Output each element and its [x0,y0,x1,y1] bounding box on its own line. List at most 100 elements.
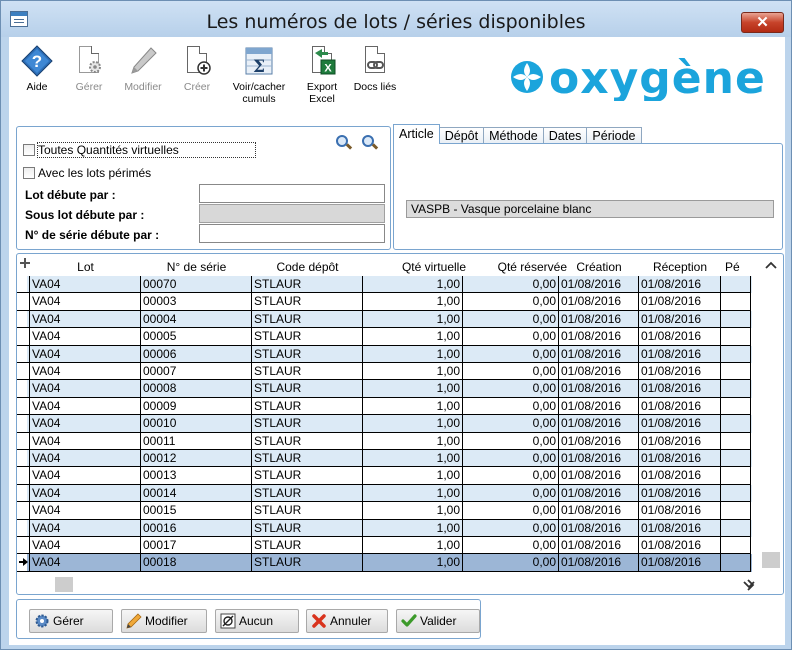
tab-dates[interactable]: Dates [542,127,588,144]
cell-peremption[interactable] [721,467,751,485]
cell-reserved-qty[interactable]: 0,00 [463,310,559,329]
cell-lot[interactable]: VA04 [30,519,141,537]
cell-depot[interactable]: STLAUR [252,310,363,329]
vertical-scrollbar[interactable] [761,256,781,574]
cell-serial[interactable]: 00017 [141,537,252,555]
col-header-creation[interactable]: Création [559,259,639,275]
row-indicator[interactable] [17,328,30,346]
cell-reserved-qty[interactable]: 0,00 [463,293,559,311]
cell-creation[interactable]: 01/08/2016 [559,397,639,416]
cell-virtual-qty[interactable]: 1,00 [363,328,463,346]
row-indicator[interactable] [17,450,30,468]
expired-lots-checkbox[interactable]: Avec les lots périmés [23,165,151,181]
cell-virtual-qty[interactable]: 1,00 [363,502,463,520]
cell-reserved-qty[interactable]: 0,00 [463,397,559,416]
col-header-serial[interactable]: N° de série [141,259,252,275]
cell-reception[interactable]: 01/08/2016 [639,397,721,416]
cell-reception[interactable]: 01/08/2016 [639,467,721,485]
cell-depot[interactable]: STLAUR [252,415,363,433]
table-row[interactable]: VA04 00009 STLAUR 1,00 0,00 01/08/2016 01/08/2… [17,397,752,416]
cell-virtual-qty[interactable]: 1,00 [363,467,463,485]
export-excel-button[interactable]: X Export Excel [294,43,350,107]
cell-peremption[interactable] [721,276,751,294]
cell-serial[interactable]: 00006 [141,345,252,363]
table-row[interactable]: VA04 00011 STLAUR 1,00 0,00 01/08/2016 01/08/2… [17,432,752,450]
row-indicator[interactable] [17,363,30,381]
serial-starts-input[interactable] [199,224,385,243]
table-row[interactable]: VA04 00070 STLAUR 1,00 0,00 01/08/2016 01/08/2… [17,276,752,294]
row-indicator[interactable] [17,537,30,555]
cell-peremption[interactable] [721,415,751,433]
cell-virtual-qty[interactable]: 1,00 [363,310,463,329]
cell-lot[interactable]: VA04 [30,450,141,468]
cell-reserved-qty[interactable]: 0,00 [463,502,559,520]
row-indicator[interactable] [17,554,30,572]
cell-depot[interactable]: STLAUR [252,554,363,572]
manage-toolbar-button[interactable]: Gérer [61,43,117,107]
row-indicator[interactable] [17,345,30,363]
table-row[interactable]: VA04 00010 STLAUR 1,00 0,00 01/08/2016 01/08/2… [17,415,752,433]
col-header-virtual-qty[interactable]: Qté virtuelle [363,259,466,275]
row-indicator[interactable] [17,293,30,311]
all-virtual-qty-checkbox[interactable]: Toutes Quantités virtuelles [23,142,256,158]
cell-serial[interactable]: 00013 [141,467,252,485]
cell-virtual-qty[interactable]: 1,00 [363,276,463,294]
cell-lot[interactable]: VA04 [30,276,141,294]
col-header-peremption[interactable]: Pé [721,259,741,275]
row-indicator[interactable] [17,276,30,294]
cell-reception[interactable]: 01/08/2016 [639,310,721,329]
row-indicator[interactable] [17,415,30,433]
row-indicator[interactable] [17,467,30,485]
cell-serial[interactable]: 00004 [141,310,252,329]
tab-periode[interactable]: Période [586,127,642,144]
cell-creation[interactable]: 01/08/2016 [559,432,639,450]
table-row[interactable]: VA04 00018 STLAUR 1,00 0,00 01/08/2016 01/08/2… [17,554,752,572]
cell-reserved-qty[interactable]: 0,00 [463,363,559,381]
cell-lot[interactable]: VA04 [30,484,141,503]
cell-virtual-qty[interactable]: 1,00 [363,345,463,363]
cell-creation[interactable]: 01/08/2016 [559,415,639,433]
cell-depot[interactable]: STLAUR [252,502,363,520]
cell-virtual-qty[interactable]: 1,00 [363,484,463,503]
help-button[interactable]: ? Aide [9,43,65,107]
scroll-down-arrow[interactable] [741,578,757,592]
cell-creation[interactable]: 01/08/2016 [559,345,639,363]
cell-reserved-qty[interactable]: 0,00 [463,276,559,294]
row-indicator[interactable] [17,397,30,416]
cell-serial[interactable]: 00016 [141,519,252,537]
cell-reception[interactable]: 01/08/2016 [639,363,721,381]
cell-reserved-qty[interactable]: 0,00 [463,328,559,346]
cell-serial[interactable]: 00009 [141,397,252,416]
cell-lot[interactable]: VA04 [30,345,141,363]
cell-reception[interactable]: 01/08/2016 [639,432,721,450]
cell-lot[interactable]: VA04 [30,328,141,346]
cell-virtual-qty[interactable]: 1,00 [363,519,463,537]
cell-serial[interactable]: 00008 [141,380,252,398]
cell-virtual-qty[interactable]: 1,00 [363,537,463,555]
cell-reserved-qty[interactable]: 0,00 [463,450,559,468]
cell-lot[interactable]: VA04 [30,502,141,520]
edit-toolbar-button[interactable]: Modifier [115,43,171,107]
cell-peremption[interactable] [721,502,751,520]
cell-virtual-qty[interactable]: 1,00 [363,397,463,416]
cell-peremption[interactable] [721,293,751,311]
cell-reserved-qty[interactable]: 0,00 [463,554,559,572]
cell-depot[interactable]: STLAUR [252,293,363,311]
cell-serial[interactable]: 00005 [141,328,252,346]
cell-peremption[interactable] [721,519,751,537]
cell-reception[interactable]: 01/08/2016 [639,293,721,311]
table-row[interactable]: VA04 00014 STLAUR 1,00 0,00 01/08/2016 01/08/2… [17,484,752,503]
cell-lot[interactable]: VA04 [30,467,141,485]
toggle-totals-button[interactable]: Σ Voir/cacher cumuls [228,43,290,107]
cell-creation[interactable]: 01/08/2016 [559,554,639,572]
cell-reception[interactable]: 01/08/2016 [639,554,721,572]
cell-depot[interactable]: STLAUR [252,467,363,485]
cell-reserved-qty[interactable]: 0,00 [463,537,559,555]
cell-creation[interactable]: 01/08/2016 [559,276,639,294]
manage-button[interactable]: Gérer [29,609,113,633]
cell-lot[interactable]: VA04 [30,293,141,311]
row-indicator[interactable] [17,502,30,520]
cell-depot[interactable]: STLAUR [252,432,363,450]
create-toolbar-button[interactable]: Créer [169,43,225,107]
cell-reception[interactable]: 01/08/2016 [639,519,721,537]
